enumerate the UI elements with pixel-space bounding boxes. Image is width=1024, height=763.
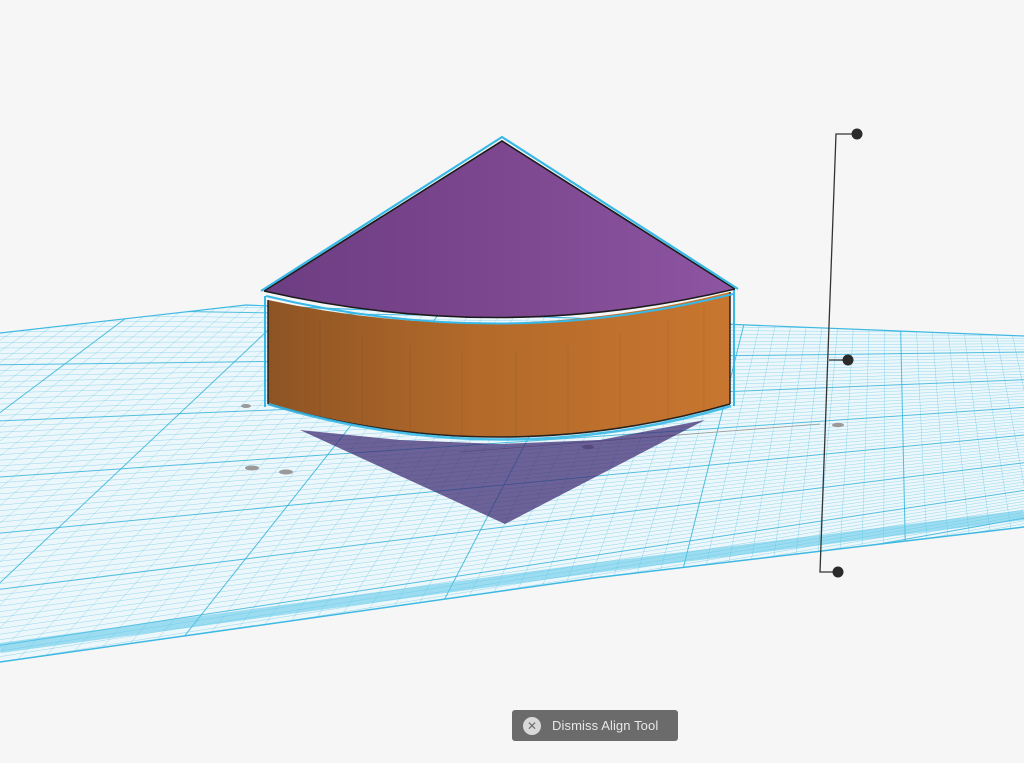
3d-viewport[interactable]: lane <box>0 0 1024 763</box>
close-icon[interactable]: ✕ <box>523 716 541 735</box>
dismiss-align-tool-label: Dismiss Align Tool <box>552 718 659 733</box>
dismiss-align-tool-button[interactable]: ✕ Dismiss Align Tool <box>512 710 678 741</box>
align-handle-top[interactable] <box>851 128 863 140</box>
align-handle-bottom[interactable] <box>832 566 844 578</box>
scene-canvas[interactable]: lane <box>0 0 1024 763</box>
align-handle-middle[interactable] <box>842 354 854 366</box>
cone-shape[interactable] <box>260 135 739 325</box>
